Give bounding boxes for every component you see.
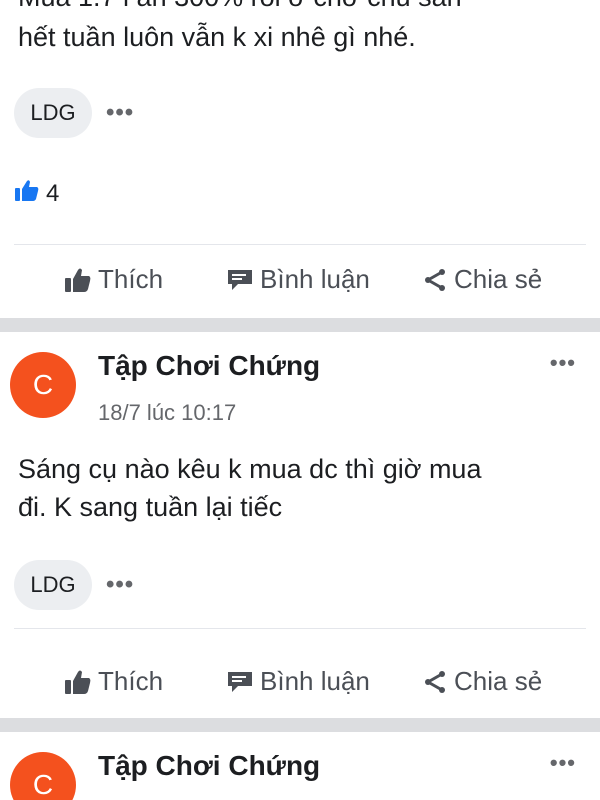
post-1-share-button[interactable]: Chia sẻ — [422, 264, 542, 295]
post-1-tag-ldg[interactable]: LDG — [14, 88, 92, 138]
feed-separator — [0, 318, 600, 332]
post-1-text-cut: Mua 1.7 l ăn 300% rồi ở chờ chủ sàn — [18, 0, 560, 16]
post-1-reactions[interactable]: 4 — [14, 178, 59, 209]
post-3: C Tập Chơi Chứng ••• — [0, 732, 600, 800]
post-3-avatar[interactable]: C — [10, 752, 76, 800]
comment-icon — [226, 669, 254, 695]
post-2-divider — [14, 628, 586, 629]
post-2-tag-row: LDG ••• — [14, 560, 134, 610]
post-2-menu-icon[interactable]: ••• — [550, 350, 576, 376]
post-2: C Tập Chơi Chứng 18/7 lúc 10:17 ••• Sáng… — [0, 332, 600, 718]
post-2-author-name[interactable]: Tập Chơi Chứng — [98, 350, 320, 382]
post-1-comment-label: Bình luận — [260, 264, 370, 294]
thumbs-up-icon — [64, 267, 92, 293]
post-2-timestamp[interactable]: 18/7 lúc 10:17 — [98, 400, 236, 426]
post-1-like-count: 4 — [46, 179, 60, 207]
post-2-header: C Tập Chơi Chứng 18/7 lúc 10:17 ••• — [0, 346, 600, 436]
post-1: Mua 1.7 l ăn 300% rồi ở chờ chủ sàn hết … — [0, 0, 600, 320]
post-2-comment-button[interactable]: Bình luận — [226, 666, 370, 697]
post-2-share-label: Chia sẻ — [454, 666, 543, 696]
comment-icon — [226, 267, 254, 293]
post-2-comment-label: Bình luận — [260, 666, 370, 696]
share-icon — [422, 669, 448, 695]
post-3-author-name[interactable]: Tập Chơi Chứng — [98, 750, 320, 782]
post-2-actions: Thích Bình luận Chia sẻ — [0, 666, 600, 706]
post-1-text: hết tuần luôn vẫn k xi nhê gì nhé. — [18, 22, 416, 52]
post-2-text-line-2: đi. K sang tuần lại tiếc — [18, 492, 283, 522]
post-1-tag-row: LDG ••• — [14, 88, 134, 138]
post-1-share-label: Chia sẻ — [454, 264, 543, 294]
post-2-like-button[interactable]: Thích — [64, 666, 163, 697]
post-3-header: C Tập Chơi Chứng ••• — [0, 746, 600, 800]
share-icon — [422, 267, 448, 293]
thumbs-up-icon — [64, 669, 92, 695]
post-2-like-label: Thích — [98, 666, 164, 696]
post-1-more-icon[interactable]: ••• — [106, 99, 134, 127]
post-2-share-button[interactable]: Chia sẻ — [422, 666, 542, 697]
post-3-menu-icon[interactable]: ••• — [550, 750, 576, 776]
post-2-tag-ldg[interactable]: LDG — [14, 560, 92, 610]
post-1-like-label: Thích — [98, 264, 164, 294]
post-1-comment-button[interactable]: Bình luận — [226, 264, 370, 295]
post-1-actions: Thích Bình luận Chia sẻ — [0, 264, 600, 304]
post-1-divider — [14, 244, 586, 245]
like-reaction-icon — [14, 178, 40, 209]
post-2-avatar[interactable]: C — [10, 352, 76, 418]
post-2-text-line-1: Sáng cụ nào kêu k mua dc thì giờ mua — [18, 454, 482, 484]
post-2-more-icon[interactable]: ••• — [106, 571, 134, 599]
post-1-like-button[interactable]: Thích — [64, 264, 163, 295]
feed-separator — [0, 718, 600, 732]
